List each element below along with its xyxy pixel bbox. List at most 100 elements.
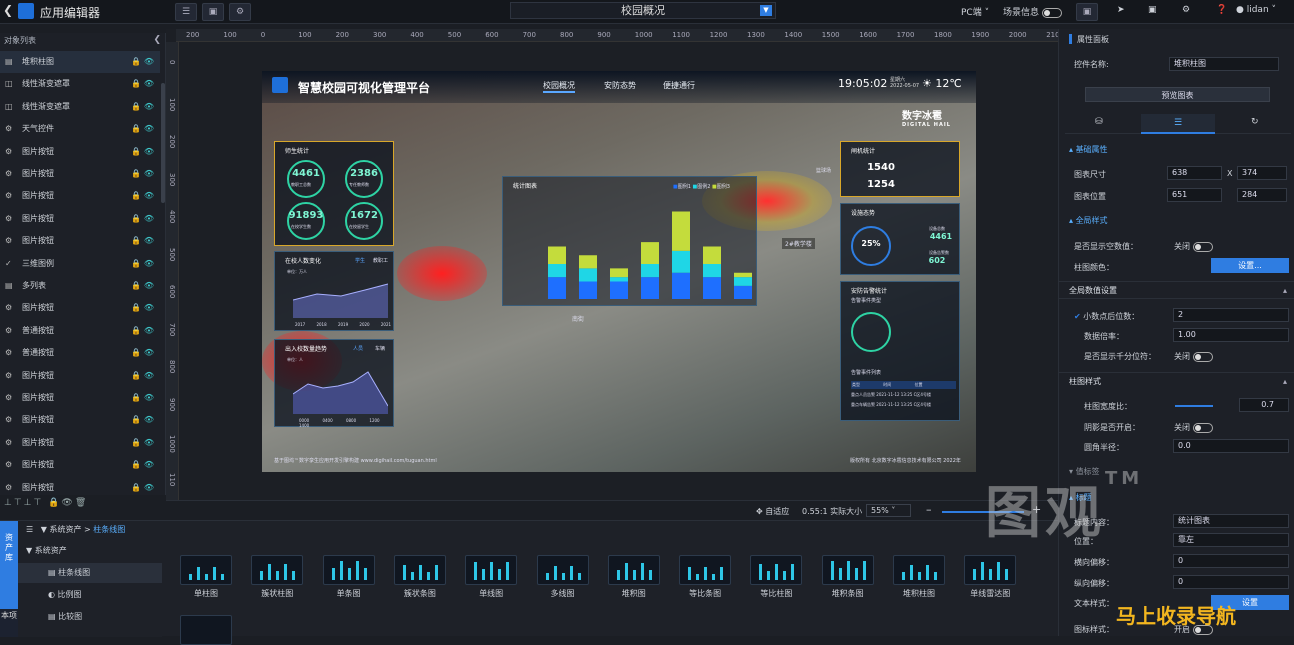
tab-students[interactable]: 学生 (355, 257, 365, 264)
lock-visible-icons[interactable]: 🔒 👁 (131, 387, 154, 409)
preview-chart-button[interactable]: 预览图表 (1085, 87, 1270, 102)
radius-input[interactable]: 0.0 (1173, 439, 1289, 453)
tree-item[interactable]: ▤ 柱条线图 (18, 563, 162, 583)
lock-visible-icons[interactable]: 🔒 👁 (131, 118, 154, 140)
style-tab-icon[interactable]: ☰ (1141, 114, 1215, 134)
lock-visible-icons[interactable]: 🔒 👁 (131, 163, 154, 185)
object-list-item[interactable]: ⚙ 图片按钮 🔒 👁 (0, 230, 160, 252)
asset-library-tab[interactable]: 资产库 本项 (0, 521, 18, 637)
lock-visible-icons[interactable]: 🔒 👁 (131, 96, 154, 118)
send-icon[interactable]: ➤ (1117, 5, 1125, 15)
title-content-input[interactable]: 统计图表 (1173, 514, 1289, 528)
tab-security[interactable]: 安防态势 (604, 80, 636, 91)
object-list-item[interactable]: ⚙ 图片按钮 🔒 👁 (0, 477, 160, 499)
check-icon[interactable]: ✔ (1074, 312, 1081, 321)
tab-staff[interactable]: 教职工 (373, 257, 388, 264)
project-assets-tab[interactable]: 本项 (0, 609, 18, 637)
scene-info-toggle[interactable]: 场景信息 (1003, 5, 1062, 18)
thousand-toggle[interactable]: 关闭 (1174, 351, 1213, 362)
lock-visible-icons[interactable]: 🔒 👁 (131, 477, 154, 499)
page-select[interactable]: 校园概况 ▼ (510, 2, 776, 19)
section-bar-style[interactable]: 柱图样式 ▴ (1059, 372, 1294, 390)
lock-visible-icons[interactable]: 🔒 👁 (131, 141, 154, 163)
voffset-input[interactable]: 0 (1173, 575, 1289, 589)
asset-tile[interactable]: 单线图 (465, 555, 518, 599)
tab-campus-overview[interactable]: 校园概况 (543, 80, 575, 93)
scene-preview[interactable]: 智慧校园可视化管理平台 校园概况 安防态势 便捷通行 19:05:02 星期六 2… (262, 71, 976, 472)
object-toolbar[interactable]: ⊥⊤⊥⊤ 🔒👁🗑 (0, 498, 166, 516)
lock-visible-icons[interactable]: 🔒 👁 (131, 320, 154, 342)
asset-tile[interactable]: 簇状条图 (393, 555, 446, 599)
lock-visible-icons[interactable]: 🔒 👁 (131, 185, 154, 207)
section-basic[interactable]: ▴ 基础属性 (1059, 141, 1294, 159)
tab-people[interactable]: 人员 (353, 345, 363, 352)
asset-tile[interactable]: 多线图 (536, 555, 589, 599)
object-list-item[interactable]: ▤ 堆积柱图 🔒 👁 (0, 51, 160, 73)
object-list-item[interactable]: ⚙ 图片按钮 🔒 👁 (0, 297, 160, 319)
data-tab-icon[interactable]: ⛁ (1095, 117, 1103, 127)
lock-visible-icons[interactable]: 🔒 👁 (131, 208, 154, 230)
preview-icon[interactable]: ▣ (1148, 5, 1157, 15)
stacked-bar-chart-panel[interactable]: 统计图表 ■图例1 ■图例2 ■图例3 (502, 176, 757, 306)
asset-tile[interactable]: 等比柱图 (750, 555, 803, 599)
scene-info-switch[interactable] (1041, 7, 1062, 18)
tab-access[interactable]: 便捷通行 (663, 80, 695, 91)
save-button[interactable]: ▣ (1076, 3, 1098, 21)
shadow-toggle[interactable]: 关闭 (1174, 422, 1213, 433)
bar-width-input[interactable]: 0.7 (1239, 398, 1289, 412)
pos-y-input[interactable]: 284 (1237, 188, 1287, 202)
lock-visible-icons[interactable]: 🔒 👁 (131, 297, 154, 319)
lock-visible-icons[interactable]: 🔒 👁 (131, 275, 154, 297)
object-list-item[interactable]: ⚙ 图片按钮 🔒 👁 (0, 387, 160, 409)
lock-visible-icons[interactable]: 🔒 👁 (131, 230, 154, 252)
table-row[interactable]: 重点车辆告警 2021-11-12 13:25 C区4号楼 (851, 402, 931, 408)
bar-width-slider[interactable] (1175, 405, 1213, 407)
lock-visible-icons[interactable]: 🔒 👁 (131, 365, 154, 387)
breadcrumb-root[interactable]: 系统资产 (50, 525, 82, 534)
ratio-label[interactable]: 0.55:1 实际大小 (802, 506, 862, 517)
table-row[interactable]: 重点人员告警 2021-11-12 13:25 C区4号楼 (851, 392, 931, 398)
object-list-item[interactable]: ⚙ 图片按钮 🔒 👁 (0, 163, 160, 185)
object-list-item[interactable]: ⚙ 图片按钮 🔒 👁 (0, 432, 160, 454)
object-list-item[interactable]: ⚙ 图片按钮 🔒 👁 (0, 454, 160, 476)
tree-item[interactable]: ▼ 系统资产 (18, 541, 162, 561)
asset-tile[interactable]: 单条图 (322, 555, 375, 599)
caret-icon[interactable]: ▴ (1283, 373, 1287, 391)
asset-tile[interactable] (180, 615, 232, 645)
title-position-select[interactable]: 靠左 (1173, 533, 1289, 547)
tree-item[interactable]: ▤ 比较图 (18, 607, 162, 627)
save-icon-button[interactable]: ▣ (202, 3, 224, 21)
object-list-item[interactable]: ◫ 线性渐变遮罩 🔒 👁 (0, 73, 160, 95)
toggle-switch[interactable] (1192, 351, 1213, 362)
object-list-item[interactable]: ⚙ 图片按钮 🔒 👁 (0, 365, 160, 387)
object-list-item[interactable]: ⚙ 图片按钮 🔒 👁 (0, 185, 160, 207)
caret-icon[interactable]: ▴ (1283, 282, 1287, 300)
lock-visible-icons[interactable]: 🔒 👁 (131, 409, 154, 431)
asset-tile[interactable]: 等比条图 (679, 555, 732, 599)
scrollbar[interactable] (161, 83, 165, 203)
height-input[interactable]: 374 (1237, 166, 1287, 180)
object-list-item[interactable]: ◫ 线性渐变遮罩 🔒 👁 (0, 96, 160, 118)
object-list-item[interactable]: ⚙ 图片按钮 🔒 👁 (0, 409, 160, 431)
asset-tile[interactable]: 堆积图 (607, 555, 660, 599)
zoom-select[interactable]: 55% ˅ (866, 504, 911, 517)
width-input[interactable]: 638 (1167, 166, 1222, 180)
help-icon[interactable]: ❓ (1216, 5, 1227, 15)
zoom-out-button[interactable]: – (926, 503, 932, 516)
collapse-icon[interactable]: ❮ (153, 35, 161, 45)
lock-visible-icons[interactable]: 🔒 👁 (131, 432, 154, 454)
tree-item[interactable]: ◐ 比例图 (18, 585, 162, 605)
pos-x-input[interactable]: 651 (1167, 188, 1222, 202)
device-select[interactable]: PC端 ˅ (961, 5, 989, 18)
bar-color-button[interactable]: 设置... (1211, 258, 1289, 273)
ratio-input[interactable]: 1.00 (1173, 328, 1289, 342)
lock-visible-icons[interactable]: 🔒 👁 (131, 454, 154, 476)
back-icon[interactable]: ❮ (3, 3, 17, 19)
lock-visible-icons[interactable]: 🔒 👁 (131, 342, 154, 364)
asset-tile[interactable]: 单柱图 (180, 555, 232, 599)
toggle-switch[interactable] (1192, 241, 1213, 252)
fit-button[interactable]: ✥ 自适应 (756, 506, 789, 517)
export-button[interactable]: ⚙ (229, 3, 251, 21)
tab-vehicles[interactable]: 车辆 (375, 345, 385, 352)
lock-visible-icons[interactable]: 🔒 👁 (131, 253, 154, 275)
